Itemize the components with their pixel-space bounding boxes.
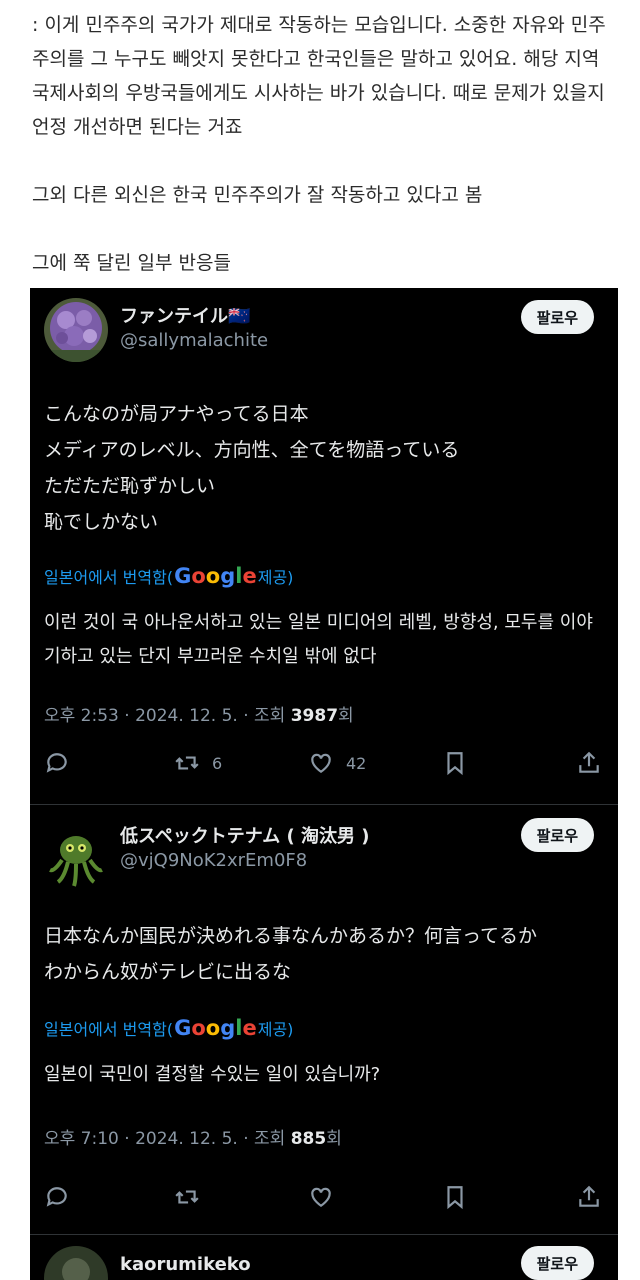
reply-button[interactable] (44, 748, 70, 778)
translated-text: 이런 것이 국 아나운서하고 있는 일본 미디어의 레벨, 방향성, 모두를 이… (44, 612, 593, 667)
share-icon (579, 751, 599, 773)
like-icon (311, 1187, 331, 1207)
divider (30, 804, 618, 805)
follow-button[interactable]: 팔로우 (520, 818, 594, 852)
avatar[interactable] (44, 826, 108, 890)
retweet-button[interactable] (174, 1182, 200, 1212)
translation-prefix: 일본어에서 번역함( (44, 1020, 174, 1039)
follow-button[interactable]: 팔로우 (520, 300, 594, 334)
translation-label[interactable]: 일본어에서 번역함( Google 제공) (44, 564, 293, 588)
google-logo: Google (174, 1016, 257, 1040)
divider (30, 1234, 618, 1235)
bookmark-icon (447, 752, 463, 776)
follow-button[interactable]: 팔로우 (520, 1246, 594, 1280)
intro-paragraph: 그외 다른 외신은 한국 민주주의가 잘 작동하고 있다고 봄 (32, 184, 483, 206)
intro-paragraph: 그에 쭉 달린 일부 반응들 (32, 252, 231, 274)
avatar[interactable] (44, 1246, 108, 1280)
user-handle[interactable]: @sallymalachite (120, 330, 268, 351)
intro-text: : 이게 민주주의 국가가 제대로 작동하는 모습입니다. 소중한 자유와 민주… (32, 8, 622, 280)
view-count-suffix: 회 (338, 706, 354, 726)
share-button[interactable] (576, 1182, 602, 1212)
view-count: 3987 (290, 706, 339, 726)
google-logo: Google (174, 564, 257, 588)
translation-prefix: 일본어에서 번역함( (44, 568, 174, 587)
display-name[interactable]: ファンテイル🇳🇿 (120, 302, 250, 328)
view-count-suffix: 회 (326, 1129, 342, 1149)
tweet-text: こんなのが局アナやってる日本 メディアのレベル、方向性、全てを物語っている ただ… (44, 403, 460, 533)
tweet-feed-screenshot: ファンテイル🇳🇿 @sallymalachite 팔로우 こんなのが局アナやって… (30, 288, 618, 1280)
retweet-count: 6 (212, 753, 223, 773)
tweet-card: ファンテイル🇳🇿 @sallymalachite 팔로우 こんなのが局アナやって… (30, 288, 618, 788)
tweet-time: 오후 7:10 · 2024. 12. 5. · 조회 (44, 1129, 291, 1149)
like-count: 42 (346, 753, 367, 773)
like-icon (311, 753, 331, 773)
tweet-actions (44, 1182, 604, 1212)
reply-icon (46, 1187, 67, 1207)
translation-suffix: 제공) (257, 1020, 294, 1039)
intro-paragraph: : 이게 민주주의 국가가 제대로 작동하는 모습입니다. 소중한 자유와 민주… (32, 14, 606, 138)
avatar[interactable] (44, 298, 108, 362)
display-name[interactable]: 低スペックトテナム ( 淘汰男 ) (120, 822, 369, 848)
retweet-icon (175, 756, 199, 770)
translation-suffix: 제공) (257, 568, 294, 587)
like-button[interactable]: 42 (308, 748, 366, 778)
tweet-actions: 6 42 (44, 748, 604, 778)
share-button[interactable] (576, 748, 602, 778)
like-button[interactable] (308, 1182, 334, 1212)
display-name[interactable]: kaorumikeko (120, 1254, 251, 1275)
tweet-card: 低スペックトテナム ( 淘汰男 ) @vjQ9NoK2xrEm0F8 팔로우 日… (30, 818, 618, 1244)
retweet-button[interactable]: 6 (174, 748, 222, 778)
bookmark-icon (447, 1186, 463, 1210)
tweet-text: 日本なんか国民が決めれる事なんかあるか？何言ってるか わからん奴がテレビに出るな (44, 925, 538, 983)
tweet-time: 오후 2:53 · 2024. 12. 5. · 조회 (44, 706, 291, 726)
reply-button[interactable] (44, 1182, 70, 1212)
translated-text: 일본이 국민이 결정할 수있는 일이 있습니까? (44, 1064, 381, 1085)
tweet-meta: 오후 7:10 · 2024. 12. 5. · 조회 885회 (44, 1124, 342, 1149)
retweet-icon (175, 1190, 199, 1204)
bookmark-button[interactable] (442, 1182, 468, 1212)
user-handle[interactable]: @vjQ9NoK2xrEm0F8 (120, 850, 307, 871)
tweet-card: kaorumikeko 팔로우 (30, 1246, 618, 1280)
bookmark-button[interactable] (442, 748, 468, 778)
view-count: 885 (290, 1129, 327, 1149)
tweet-meta: 오후 2:53 · 2024. 12. 5. · 조회 3987회 (44, 701, 354, 726)
share-icon (579, 1185, 599, 1207)
translation-label[interactable]: 일본어에서 번역함( Google 제공) (44, 1016, 293, 1040)
reply-icon (46, 753, 67, 773)
